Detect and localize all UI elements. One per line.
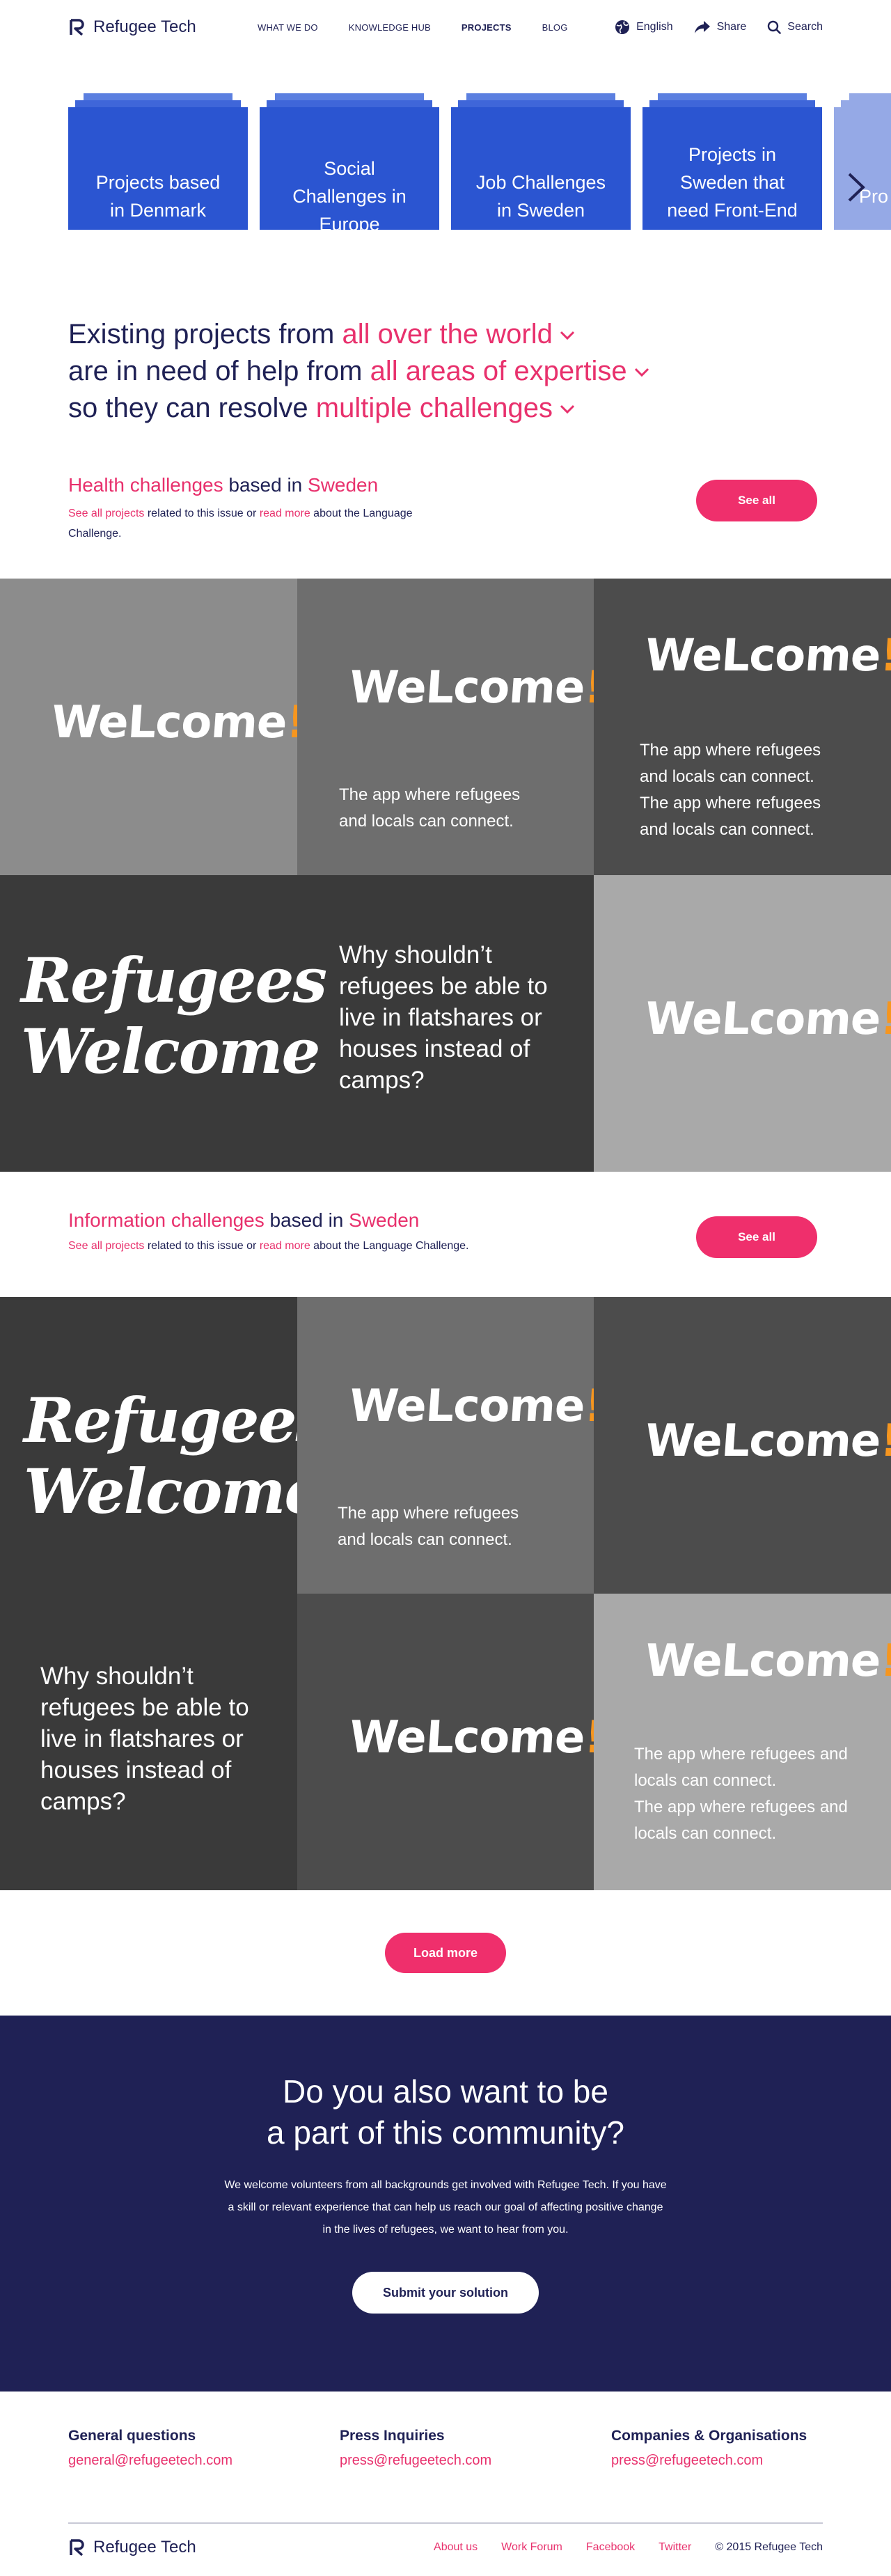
see-all-projects-link[interactable]: See all projects [68, 1240, 144, 1252]
project-tile[interactable]: RefugeesWelcome Why shouldn’t refugees b… [0, 875, 594, 1172]
footer-bottom-bar: Refugee Tech About us Work Forum Faceboo… [68, 2538, 823, 2557]
contact-general: General questions general@refugeetech.co… [68, 2428, 340, 2469]
welcome-logo: WeLcome! [643, 630, 891, 682]
card-title: Social Challenges in Europe [260, 107, 439, 230]
intro-line-3: so they can resolve multiple challenges [68, 390, 823, 427]
footer-link-facebook[interactable]: Facebook [586, 2541, 635, 2554]
welcome-logo: WeLcome! [643, 1635, 891, 1687]
carousel-card[interactable]: Projects based in Denmark [68, 93, 248, 230]
read-more-link[interactable]: read more [260, 1240, 310, 1252]
chevron-right-icon[interactable] [844, 171, 867, 203]
project-tile[interactable]: WeLcome! [0, 579, 297, 875]
card-title: Pro in [834, 107, 891, 230]
project-grid-health: WeLcome! WeLcome! The app where refugees… [0, 579, 891, 1172]
section-health-head: Health challenges based in Sweden See al… [0, 474, 891, 579]
read-more-link[interactable]: read more [260, 508, 310, 519]
refugees-welcome-logo: RefugeesWelcome [24, 1384, 297, 1527]
refugees-welcome-logo: RefugeesWelcome [21, 944, 327, 1087]
project-tile[interactable]: WeLcome! The app where refugees and loca… [594, 1594, 891, 1890]
category-carousel: Projects based in Denmark Social Challen… [0, 0, 891, 230]
intro-line-1: Existing projects from all over the worl… [68, 316, 823, 353]
chevron-down-icon[interactable] [634, 368, 649, 377]
project-tile[interactable]: WeLcome! [297, 1594, 594, 1890]
welcome-logo: WeLcome! [347, 1712, 594, 1764]
carousel-card[interactable]: Job Challenges in Sweden [451, 93, 631, 230]
contact-email-link[interactable]: general@refugeetech.com [68, 2453, 340, 2469]
project-tagline: The app where refugees and locals can co… [339, 785, 521, 831]
chevron-down-icon[interactable] [560, 331, 575, 340]
load-more-area: Load more [0, 1890, 891, 2016]
project-tagline: The app where refugees and locals can co… [640, 741, 821, 786]
card-title: Job Challenges in Sweden [451, 107, 631, 230]
logo-icon [70, 2539, 84, 2557]
footer-link-twitter[interactable]: Twitter [659, 2541, 691, 2554]
section-information-head: Information challenges based in Sweden S… [0, 1172, 891, 1297]
footer-links: About us Work Forum Facebook Twitter © 2… [434, 2541, 823, 2554]
see-all-button[interactable]: See all [696, 480, 817, 521]
project-tile[interactable]: WeLcome! The app where refugees and loca… [297, 1297, 594, 1594]
contact-email-link[interactable]: press@refugeetech.com [340, 2453, 611, 2469]
project-tile[interactable]: WeLcome! [594, 875, 891, 1172]
project-grid-information: RefugeesWelcome Why shouldn’t refugees b… [0, 1297, 891, 1890]
contact-companies: Companies & Organisations press@refugeet… [611, 2428, 807, 2469]
card-title: Projects based in Denmark [68, 107, 248, 230]
card-title: Projects in Sweden that need Front-End D… [642, 107, 822, 230]
project-tagline: The app where refugees and locals can co… [634, 1798, 848, 1843]
welcome-logo: WeLcome! [643, 1415, 891, 1467]
project-tagline: The app where refugees and locals can co… [338, 1504, 519, 1549]
community-text: We welcome volunteers from all backgroun… [224, 2179, 667, 2236]
intro-line-2: are in need of help from all areas of ex… [68, 353, 823, 390]
footer-link-work-forum[interactable]: Work Forum [501, 2541, 562, 2554]
challenge-filter[interactable]: multiple challenges [316, 393, 553, 423]
community-title: Do you also want to be a part of this com… [267, 2073, 624, 2151]
project-tagline: The app where refugees and locals can co… [640, 794, 821, 839]
section-subtitle: See all projects related to this issue o… [68, 508, 413, 540]
see-all-button[interactable]: See all [696, 1216, 817, 1258]
contact-press: Press Inquiries press@refugeetech.com [340, 2428, 611, 2469]
project-tile[interactable]: WeLcome! [594, 1297, 891, 1594]
carousel-card-partial[interactable]: Pro in [834, 93, 891, 230]
welcome-logo: WeLcome! [347, 1381, 594, 1432]
welcome-logo: WeLcome! [643, 994, 891, 1045]
site-footer: General questions general@refugeetech.co… [0, 2392, 891, 2576]
contact-email-link[interactable]: press@refugeetech.com [611, 2453, 807, 2469]
project-question: Why shouldn’t refugees be able to live i… [339, 941, 548, 1094]
footer-link-about[interactable]: About us [434, 2541, 478, 2554]
carousel-card[interactable]: Projects in Sweden that need Front-End D… [642, 93, 822, 230]
expertise-filter[interactable]: all areas of expertise [370, 356, 627, 386]
carousel-card[interactable]: Social Challenges in Europe [260, 93, 439, 230]
chevron-down-icon[interactable] [560, 405, 575, 414]
copyright: © 2015 Refugee Tech [715, 2541, 823, 2553]
intro-filter-sentence: Existing projects from all over the worl… [0, 230, 891, 427]
load-more-button[interactable]: Load more [385, 1933, 506, 1973]
submit-solution-button[interactable]: Submit your solution [352, 2272, 539, 2314]
footer-divider [68, 2522, 823, 2524]
project-tile[interactable]: RefugeesWelcome Why shouldn’t refugees b… [0, 1297, 297, 1890]
welcome-logo: WeLcome! [49, 697, 297, 748]
community-cta: Do you also want to be a part of this com… [0, 2016, 891, 2392]
footer-logo[interactable]: Refugee Tech [68, 2538, 196, 2557]
see-all-projects-link[interactable]: See all projects [68, 508, 144, 519]
logo-text: Refugee Tech [93, 2538, 196, 2557]
project-tagline: The app where refugees and locals can co… [634, 1745, 848, 1790]
project-tile[interactable]: WeLcome! The app where refugees and loca… [594, 579, 891, 875]
region-filter[interactable]: all over the world [342, 319, 552, 350]
footer-contacts: General questions general@refugeetech.co… [68, 2392, 823, 2469]
welcome-logo: WeLcome! [347, 662, 594, 714]
project-tile[interactable]: WeLcome! The app where refugees and loca… [297, 579, 594, 875]
project-question: Why shouldn’t refugees be able to live i… [40, 1663, 249, 1815]
